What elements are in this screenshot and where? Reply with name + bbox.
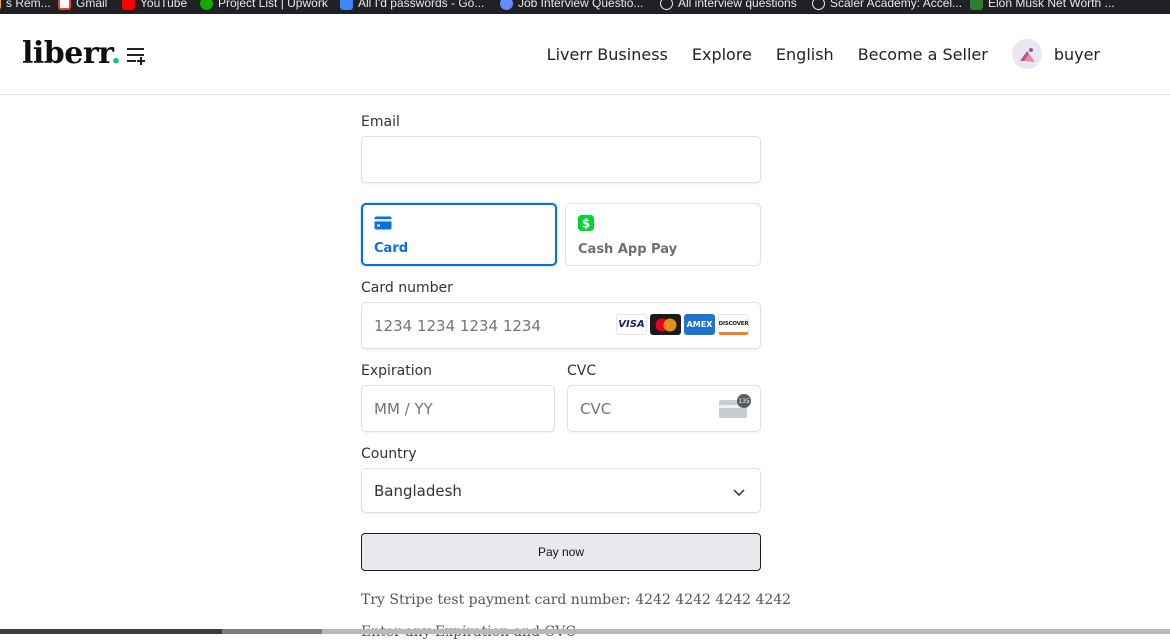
cvc-group: CVC 135 [567, 361, 761, 432]
bookmark-label: All I'd passwords - Go... [358, 0, 485, 10]
card-number-label: Card number [361, 280, 453, 296]
bookmark-label: s Rem... [6, 0, 51, 10]
email-field[interactable] [361, 136, 761, 183]
country-value: Bangladesh [374, 481, 462, 500]
credit-card-icon [374, 216, 392, 230]
logo-dot: . [110, 36, 121, 71]
scrollbar-thumb[interactable] [222, 629, 322, 634]
bookmark-gmail[interactable]: Gmail [58, 0, 107, 12]
youtube-icon [122, 0, 135, 10]
bookmark-scaler[interactable]: Scaler Academy: Accel... [812, 0, 962, 12]
globe-icon [660, 0, 673, 10]
chevron-down-icon [733, 489, 745, 497]
nav-liverr-business[interactable]: Liverr Business [547, 45, 668, 64]
logo-text: liberr [22, 36, 111, 71]
nav-explore[interactable]: Explore [692, 45, 752, 64]
bookmark-item[interactable]: s Rem... [0, 0, 51, 12]
google-docs-icon [340, 0, 353, 10]
tab-card[interactable]: Card [361, 203, 557, 266]
gmail-icon [58, 0, 71, 10]
avatar-image-icon [1011, 39, 1042, 69]
amex-icon: AMEX [684, 314, 715, 335]
bookmark-label: Elon Musk Net Worth ... [988, 0, 1115, 10]
tab-card-label: Card [374, 241, 409, 256]
site-header: liberr. Liverr Business Explore English … [0, 14, 1170, 95]
email-label: Email [361, 114, 400, 130]
payment-method-tabs: Card $ Cash App Pay [361, 203, 761, 266]
card-number-wrapper: VISA AMEX DISCOVER [361, 302, 761, 349]
country-label: Country [361, 446, 417, 462]
bookmark-label: Gmail [76, 0, 108, 10]
bookmark-job-interview[interactable]: Job Interview Questio... [500, 0, 643, 12]
cash-app-icon: $ [578, 215, 594, 231]
card-brands: VISA AMEX DISCOVER [616, 314, 749, 335]
tab-cash-app-label: Cash App Pay [578, 242, 678, 257]
pay-now-button[interactable]: Pay now [361, 533, 761, 571]
avatar[interactable] [1011, 39, 1042, 69]
cvc-badge: 135 [737, 394, 751, 408]
bookmark-label: Project List | Upwork [218, 0, 328, 10]
mastercard-icon [650, 314, 681, 335]
cvc-card-icon: 135 [719, 394, 751, 418]
bookmark-label: Job Interview Questio... [518, 0, 644, 10]
bookmark-label: All interview questions [678, 0, 797, 10]
horizontal-scrollbar[interactable] [0, 629, 1170, 634]
payment-form: Email Card $ Cash App Pay Card number VI… [361, 112, 792, 640]
expiration-label: Expiration [361, 363, 433, 379]
bookmark-favicon-icon [500, 0, 513, 10]
cvc-label: CVC [567, 363, 597, 379]
user-menu[interactable]: buyer [1011, 39, 1100, 69]
svg-text:$: $ [582, 217, 590, 231]
test-card-hint: Try Stripe test payment card number: 424… [361, 592, 792, 608]
visa-icon: VISA [616, 314, 647, 335]
globe-icon [812, 0, 825, 10]
expiration-group: Expiration [361, 361, 555, 432]
logo[interactable]: liberr. [22, 36, 121, 71]
nav-language[interactable]: English [776, 45, 834, 64]
user-name: buyer [1053, 44, 1100, 64]
scrollbar-track [0, 629, 222, 634]
upwork-icon [200, 0, 213, 10]
expiry-cvc-row: Expiration CVC 135 [361, 361, 761, 432]
bookmark-label: YouTube [140, 0, 188, 10]
bookmark-passwords[interactable]: All I'd passwords - Go... [340, 0, 484, 12]
menu-icon[interactable] [126, 45, 146, 65]
nav-become-seller[interactable]: Become a Seller [858, 45, 988, 64]
main-nav: Liverr Business Explore English Become a… [547, 38, 1100, 70]
bookmark-label: Scaler Academy: Accel... [830, 0, 963, 10]
discover-icon: DISCOVER [718, 314, 749, 335]
bookmark-youtube[interactable]: YouTube [122, 0, 187, 12]
country-select[interactable]: Bangladesh [361, 468, 761, 513]
expiration-input[interactable] [361, 385, 555, 432]
bookmark-favicon-icon [970, 0, 983, 10]
bookmarks-bar: s Rem... Gmail YouTube Project List | Up… [0, 0, 1170, 14]
tab-cash-app-pay[interactable]: $ Cash App Pay [565, 203, 761, 266]
bookmark-favicon-icon [0, 0, 1, 10]
bookmark-upwork[interactable]: Project List | Upwork [200, 0, 328, 12]
bookmark-interview-questions[interactable]: All interview questions [660, 0, 797, 12]
bookmark-elon-musk[interactable]: Elon Musk Net Worth ... [970, 0, 1115, 12]
